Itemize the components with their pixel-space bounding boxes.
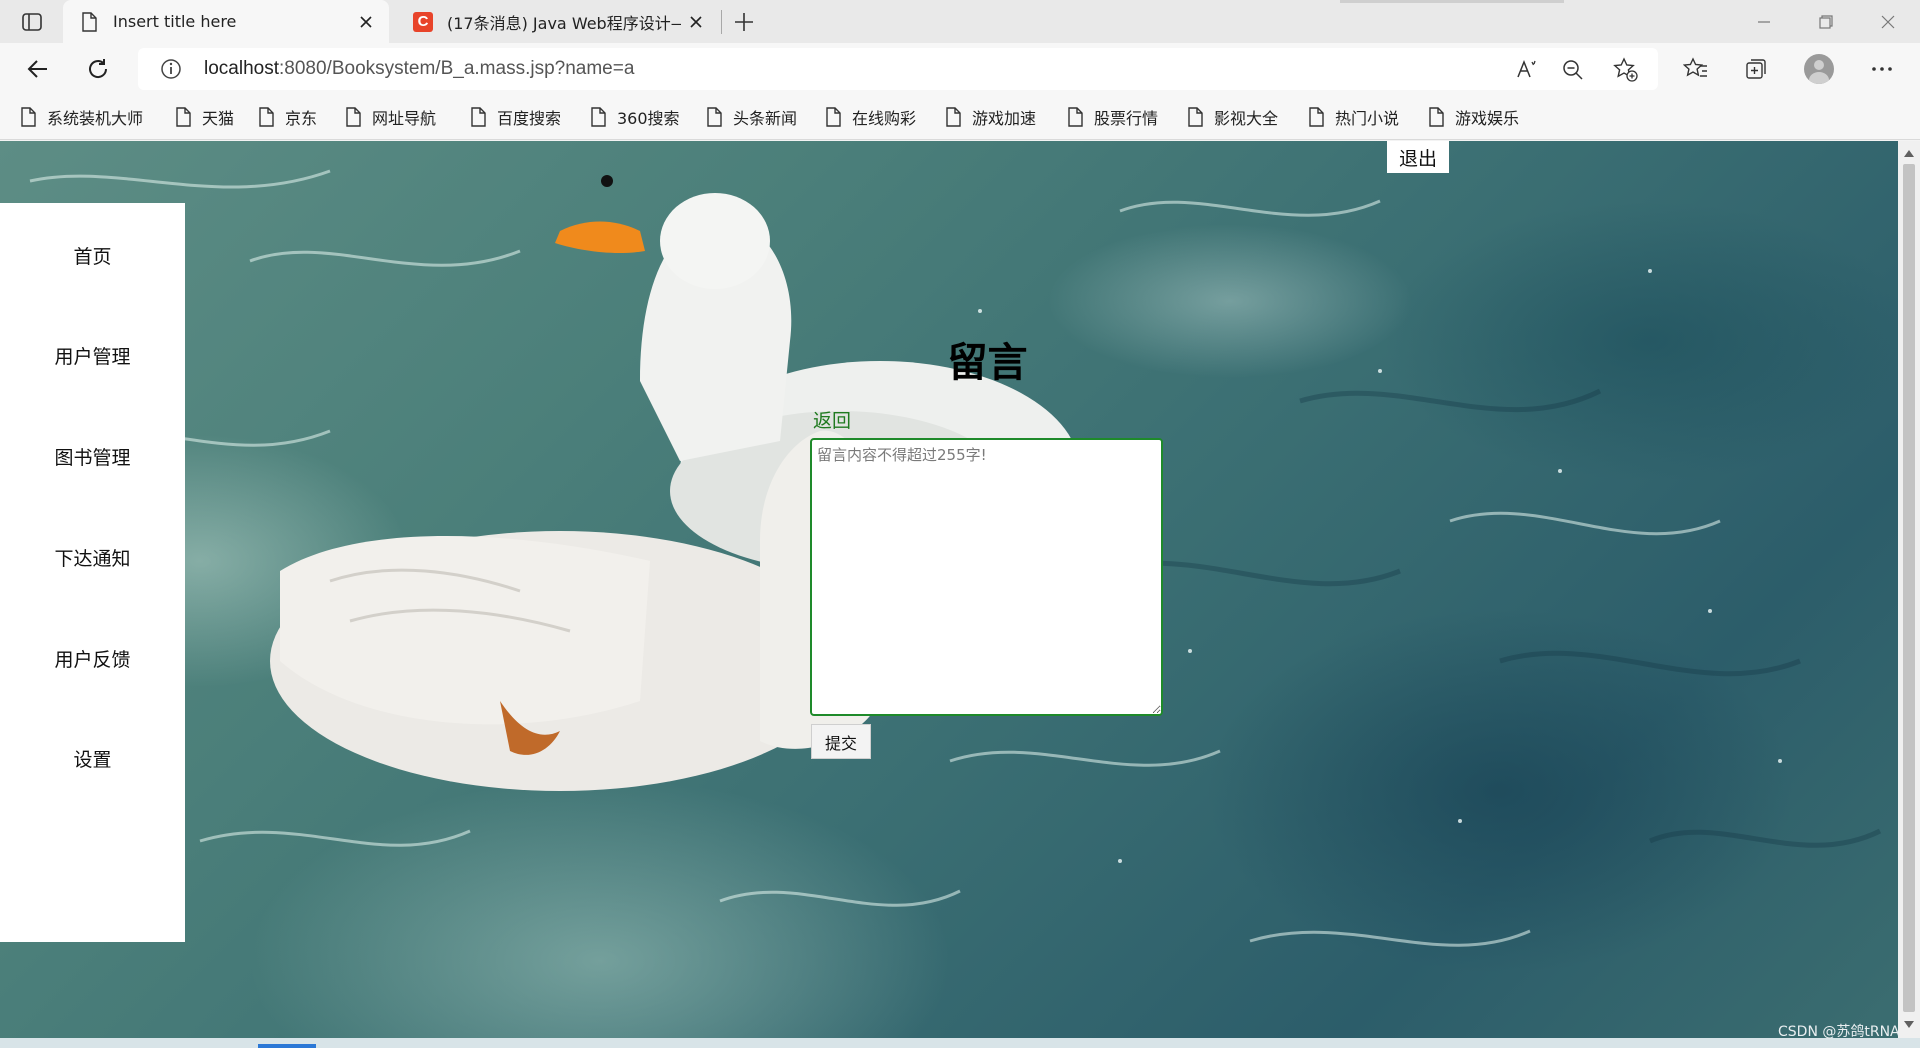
url-host: localhost bbox=[204, 58, 279, 79]
bookmark-item[interactable]: 360搜索 bbox=[590, 105, 680, 129]
restore-icon[interactable] bbox=[1795, 0, 1857, 43]
hscroll-thumb[interactable] bbox=[258, 1044, 316, 1048]
scroll-thumb[interactable] bbox=[1903, 164, 1915, 1012]
page-icon bbox=[946, 107, 961, 127]
bookmark-item[interactable]: 京东 bbox=[258, 105, 317, 129]
page-icon bbox=[707, 107, 722, 127]
bookmark-label: 影视大全 bbox=[1214, 109, 1279, 128]
close-tab-icon[interactable] bbox=[681, 7, 711, 37]
bookmark-item[interactable]: 头条新闻 bbox=[706, 105, 797, 129]
lower-duck bbox=[270, 430, 880, 791]
tab-title: (17条消息) Java Web程序设计— bbox=[447, 13, 681, 33]
more-menu-icon[interactable] bbox=[1864, 51, 1900, 87]
page-icon bbox=[826, 107, 841, 127]
scroll-up-icon[interactable] bbox=[1903, 147, 1915, 159]
bookmark-item[interactable]: 天猫 bbox=[175, 105, 234, 129]
bookmark-item[interactable]: 热门小说 bbox=[1308, 105, 1399, 129]
favorites-icon[interactable] bbox=[1678, 51, 1714, 87]
bookmark-item[interactable]: 股票行情 bbox=[1067, 105, 1158, 129]
page-icon bbox=[591, 107, 606, 127]
bookmark-label: 股票行情 bbox=[1094, 109, 1159, 128]
bookmark-item[interactable]: 百度搜索 bbox=[470, 105, 561, 129]
add-favorite-icon[interactable] bbox=[1613, 57, 1639, 83]
sidebar-item-feedback[interactable]: 用户反馈 bbox=[0, 645, 185, 672]
profile-avatar[interactable] bbox=[1801, 51, 1837, 87]
message-textarea[interactable] bbox=[810, 438, 1163, 716]
page-icon bbox=[21, 107, 36, 127]
watermark-text: CSDN @苏鸽tRNA bbox=[1778, 1024, 1900, 1040]
bookmark-item[interactable]: 游戏娱乐 bbox=[1428, 105, 1519, 129]
bookmark-label: 360搜索 bbox=[617, 109, 680, 128]
bookmark-label: 游戏加速 bbox=[972, 109, 1037, 128]
tab-title: Insert title here bbox=[113, 12, 237, 31]
page-icon bbox=[1188, 107, 1203, 127]
page-title: 留言 bbox=[947, 340, 1028, 386]
csdn-logo-icon: C bbox=[413, 10, 433, 34]
page-icon bbox=[1429, 107, 1444, 127]
page-icon bbox=[259, 107, 274, 127]
page-icon bbox=[1068, 107, 1083, 127]
window-top-mark bbox=[1340, 0, 1564, 3]
close-tab-icon[interactable] bbox=[351, 7, 381, 37]
page-icon bbox=[346, 107, 361, 127]
logout-button[interactable]: 退出 bbox=[1387, 141, 1449, 173]
sidebar-nav: 首页 用户管理 图书管理 下达通知 用户反馈 设置 bbox=[0, 203, 185, 942]
tab-separator bbox=[721, 10, 722, 34]
browser-toolbar: localhost:8080/Booksystem/B_a.mass.jsp?n… bbox=[0, 43, 1920, 95]
back-arrow-icon[interactable] bbox=[20, 51, 56, 87]
page-content: 首页 用户管理 图书管理 下达通知 用户反馈 设置 退出 留言 返回 提交 bbox=[0, 141, 1898, 1038]
sidebar-item-settings[interactable]: 设置 bbox=[0, 745, 185, 772]
sidebar-item-home[interactable]: 首页 bbox=[0, 242, 185, 269]
bookmark-item[interactable]: 游戏加速 bbox=[945, 105, 1036, 129]
bookmark-label: 头条新闻 bbox=[733, 109, 798, 128]
tab-strip: Insert title here C (17条消息) Java Web程序设计… bbox=[0, 0, 1920, 43]
horizontal-scrollbar[interactable] bbox=[0, 1038, 1920, 1048]
vertical-scrollbar[interactable] bbox=[1898, 141, 1920, 1038]
new-tab-icon[interactable] bbox=[728, 8, 760, 36]
page-icon bbox=[176, 107, 191, 127]
sidebar-item-book-management[interactable]: 图书管理 bbox=[0, 443, 185, 470]
zoom-out-icon[interactable] bbox=[1560, 57, 1586, 83]
page-icon bbox=[471, 107, 486, 127]
submit-button[interactable]: 提交 bbox=[811, 724, 871, 759]
refresh-icon[interactable] bbox=[80, 51, 116, 87]
tab-actions-icon[interactable] bbox=[18, 9, 46, 35]
bookmark-label: 系统装机大师 bbox=[47, 109, 144, 128]
sidebar-item-notify[interactable]: 下达通知 bbox=[0, 544, 185, 571]
back-link[interactable]: 返回 bbox=[813, 406, 851, 433]
bookmark-item[interactable]: 影视大全 bbox=[1187, 105, 1278, 129]
avatar bbox=[1804, 54, 1834, 84]
page-icon bbox=[1309, 107, 1324, 127]
close-window-icon[interactable] bbox=[1857, 0, 1919, 43]
bookmark-label: 游戏娱乐 bbox=[1455, 109, 1520, 128]
address-bar[interactable]: localhost:8080/Booksystem/B_a.mass.jsp?n… bbox=[138, 48, 1658, 90]
sidebar-item-user-management[interactable]: 用户管理 bbox=[0, 342, 185, 369]
bookmark-label: 京东 bbox=[285, 109, 318, 128]
bookmark-label: 热门小说 bbox=[1335, 109, 1400, 128]
bookmark-label: 天猫 bbox=[202, 109, 235, 128]
bookmark-item[interactable]: 网址导航 bbox=[345, 105, 436, 129]
bookmark-label: 在线购彩 bbox=[852, 109, 917, 128]
url-path: :8080/Booksystem/B_a.mass.jsp?name=a bbox=[279, 58, 635, 79]
bookmark-label: 百度搜索 bbox=[497, 109, 562, 128]
minimize-icon[interactable] bbox=[1733, 0, 1795, 43]
tab-insert-title[interactable]: Insert title here bbox=[63, 0, 389, 43]
site-info-icon[interactable] bbox=[160, 58, 182, 80]
address-url: localhost:8080/Booksystem/B_a.mass.jsp?n… bbox=[204, 58, 634, 80]
bookmark-item[interactable]: 系统装机大师 bbox=[20, 105, 143, 129]
tab-csdn[interactable]: C (17条消息) Java Web程序设计— bbox=[397, 0, 719, 43]
scroll-down-icon[interactable] bbox=[1903, 1019, 1915, 1031]
page-icon bbox=[79, 10, 99, 34]
bookmark-label: 网址导航 bbox=[372, 109, 437, 128]
bookmark-item[interactable]: 在线购彩 bbox=[825, 105, 916, 129]
collections-icon[interactable] bbox=[1738, 51, 1774, 87]
bookmarks-bar: 系统装机大师 天猫 京东 网址导航 百度搜索 360搜索 头条新闻 在线购彩 游戏加速 股票行情 影… bbox=[0, 95, 1920, 140]
read-aloud-icon[interactable] bbox=[1514, 57, 1540, 83]
